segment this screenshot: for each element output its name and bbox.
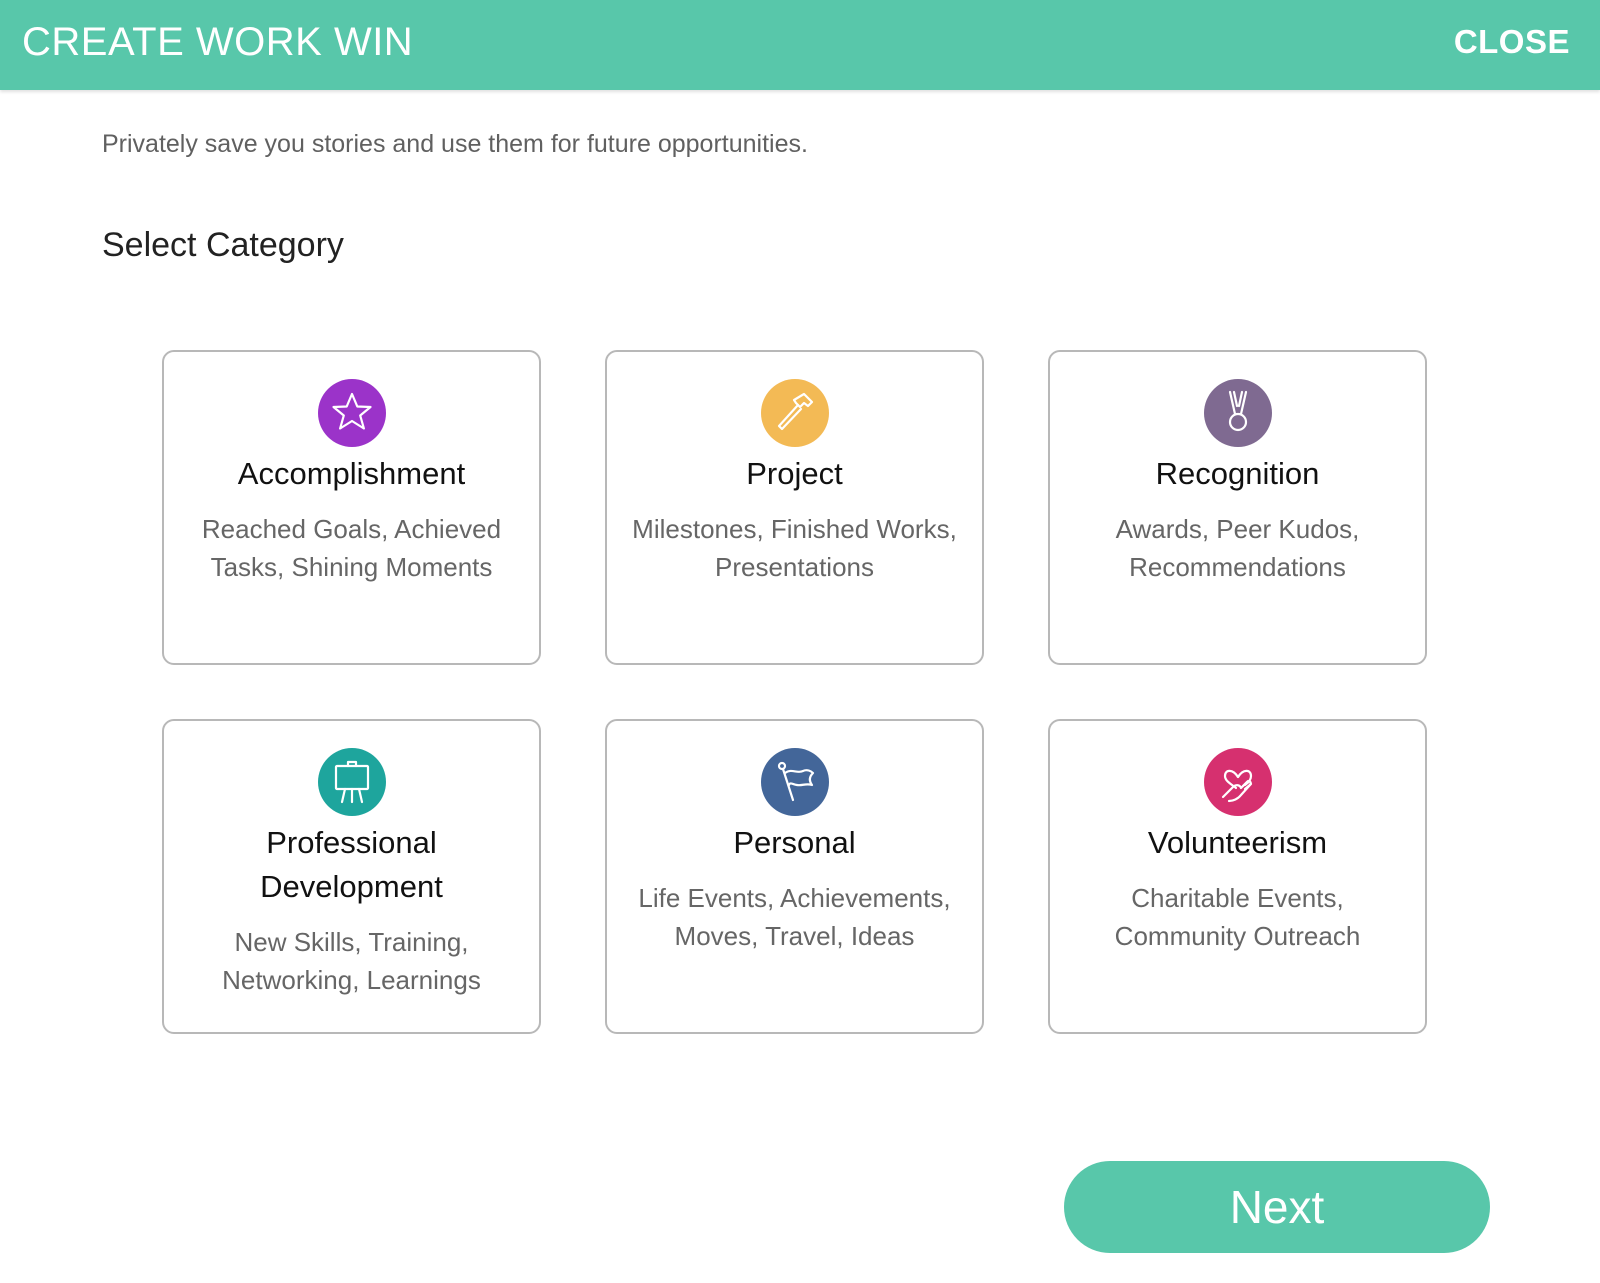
heart-hand-icon	[1203, 747, 1273, 817]
category-name: Project	[746, 456, 843, 491]
category-name: Accomplishment	[237, 456, 466, 491]
category-description: Awards, Peer Kudos, Recommendations	[1115, 514, 1360, 582]
next-button[interactable]: Next	[1064, 1161, 1490, 1253]
category-card-personal[interactable]: Personal Life Events, Achievements, Move…	[605, 719, 984, 1034]
category-name: Volunteerism	[1147, 825, 1328, 860]
category-name: Personal	[733, 825, 856, 860]
category-card-project[interactable]: Project Milestones, Finished Works, Pres…	[605, 350, 984, 665]
intro-text: Privately save you stories and use them …	[102, 130, 808, 158]
category-description: Charitable Events, Community Outreach	[1114, 883, 1361, 951]
modal-header: CREATE WORK WIN CLOSE	[0, 0, 1600, 90]
flag-icon	[760, 747, 830, 817]
hammer-icon	[760, 378, 830, 448]
modal-title: CREATE WORK WIN	[22, 20, 414, 64]
category-card-recognition[interactable]: Recognition Awards, Peer Kudos, Recommen…	[1048, 350, 1427, 665]
category-description: New Skills, Training, Networking, Learni…	[222, 927, 481, 995]
category-description: Reached Goals, Achieved Tasks, Shining M…	[201, 514, 502, 582]
category-name: Recognition	[1155, 456, 1320, 491]
category-description: Milestones, Finished Works, Presentation…	[632, 514, 957, 582]
close-button[interactable]: CLOSE	[1454, 22, 1570, 62]
category-card-professional-development[interactable]: Professional Development New Skills, Tra…	[162, 719, 541, 1034]
medal-icon	[1203, 378, 1273, 448]
section-title: Select Category	[102, 226, 344, 264]
star-icon	[317, 378, 387, 448]
category-card-volunteerism[interactable]: Volunteerism Charitable Events, Communit…	[1048, 719, 1427, 1034]
category-description: Life Events, Achievements, Moves, Travel…	[638, 883, 951, 951]
easel-icon	[317, 747, 387, 817]
category-name: Professional Development	[260, 825, 443, 904]
category-card-accomplishment[interactable]: Accomplishment Reached Goals, Achieved T…	[162, 350, 541, 665]
